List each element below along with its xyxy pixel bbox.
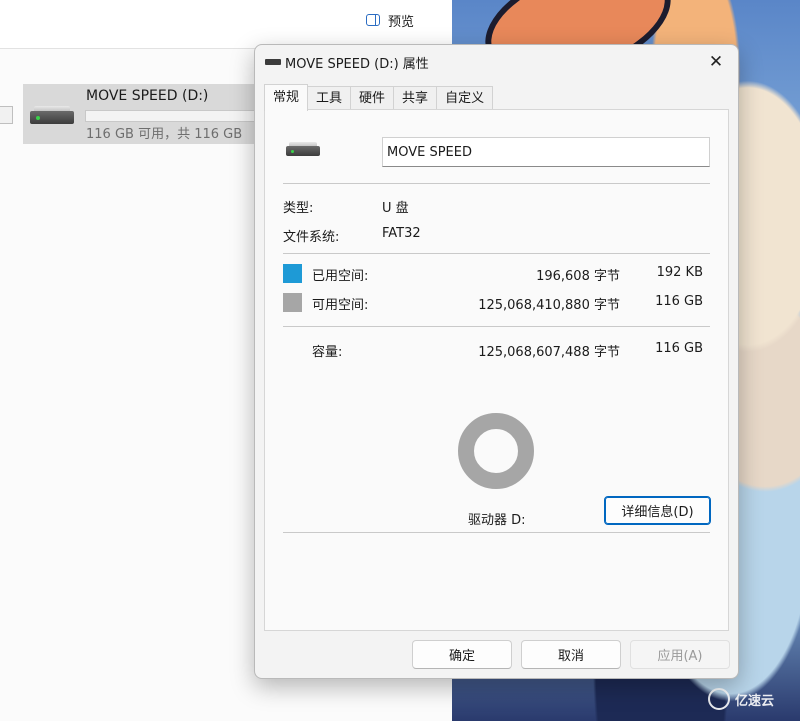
free-space-label: 可用空间: xyxy=(312,298,369,313)
tab-tools[interactable]: 工具 xyxy=(307,86,352,111)
details-button[interactable]: 详细信息(D) xyxy=(604,496,711,525)
apply-button[interactable]: 应用(A) xyxy=(630,640,730,669)
volume-name-input[interactable] xyxy=(382,137,710,167)
dialog-titlebar[interactable]: MOVE SPEED (D:) 属性 ✕ xyxy=(255,45,738,79)
cancel-button[interactable]: 取消 xyxy=(521,640,621,669)
tab-general[interactable]: 常规 xyxy=(264,84,309,111)
tab-customize[interactable]: 自定义 xyxy=(436,86,494,111)
ok-button[interactable]: 确定 xyxy=(412,640,512,669)
general-tab-panel: 类型: U 盘 文件系统: FAT32 已用空间: 196,608 字节 192… xyxy=(264,109,729,631)
divider xyxy=(283,326,710,327)
type-label: 类型: xyxy=(283,201,314,216)
donut-free-segment xyxy=(458,413,534,489)
watermark-logo-icon xyxy=(708,688,730,710)
navigation-pane-edge xyxy=(0,106,13,124)
usb-drive-icon xyxy=(286,142,320,156)
used-space-bytes: 196,608 字节 xyxy=(536,269,620,284)
drive-tile-d[interactable]: MOVE SPEED (D:) 116 GB 可用，共 116 GB xyxy=(23,84,277,144)
drive-letter-label: 驱动器 D: xyxy=(468,513,526,528)
capacity-size: 116 GB xyxy=(655,341,703,356)
filesystem-label: 文件系统: xyxy=(283,230,340,245)
divider xyxy=(283,183,710,184)
drive-title-icon xyxy=(265,59,281,65)
drive-usage-bar xyxy=(85,110,277,122)
preview-pane-button[interactable]: 预览 xyxy=(366,10,414,30)
capacity-bytes: 125,068,607,488 字节 xyxy=(478,345,620,360)
site-watermark: 亿速云 xyxy=(708,688,774,710)
drive-tile-usage: 116 GB 可用，共 116 GB xyxy=(86,127,243,142)
tab-sharing[interactable]: 共享 xyxy=(393,86,438,111)
usb-drive-icon xyxy=(30,106,74,124)
disk-usage-donut-chart xyxy=(458,413,534,489)
drive-properties-dialog: MOVE SPEED (D:) 属性 ✕ 常规 工具 硬件 共享 自定义 类型:… xyxy=(254,44,739,679)
tab-strip: 常规 工具 硬件 共享 自定义 xyxy=(264,84,494,111)
dialog-title: MOVE SPEED (D:) 属性 xyxy=(285,57,429,72)
free-space-bytes: 125,068,410,880 字节 xyxy=(478,298,620,313)
watermark-text: 亿速云 xyxy=(735,693,775,709)
filesystem-value: FAT32 xyxy=(382,226,421,241)
used-space-size: 192 KB xyxy=(656,265,703,280)
used-space-label: 已用空间: xyxy=(312,269,369,284)
preview-pane-icon xyxy=(366,14,380,26)
divider xyxy=(283,532,710,533)
preview-pane-label: 预览 xyxy=(388,14,415,30)
free-space-size: 116 GB xyxy=(655,294,703,309)
close-button[interactable]: ✕ xyxy=(704,50,728,74)
capacity-label: 容量: xyxy=(312,345,343,360)
drive-tile-name: MOVE SPEED (D:) xyxy=(86,88,209,104)
divider xyxy=(283,253,710,254)
tab-hardware[interactable]: 硬件 xyxy=(350,86,395,111)
free-space-color-swatch xyxy=(283,293,302,312)
type-value: U 盘 xyxy=(382,201,409,216)
explorer-command-bar: 预览 xyxy=(0,0,452,49)
used-space-color-swatch xyxy=(283,264,302,283)
